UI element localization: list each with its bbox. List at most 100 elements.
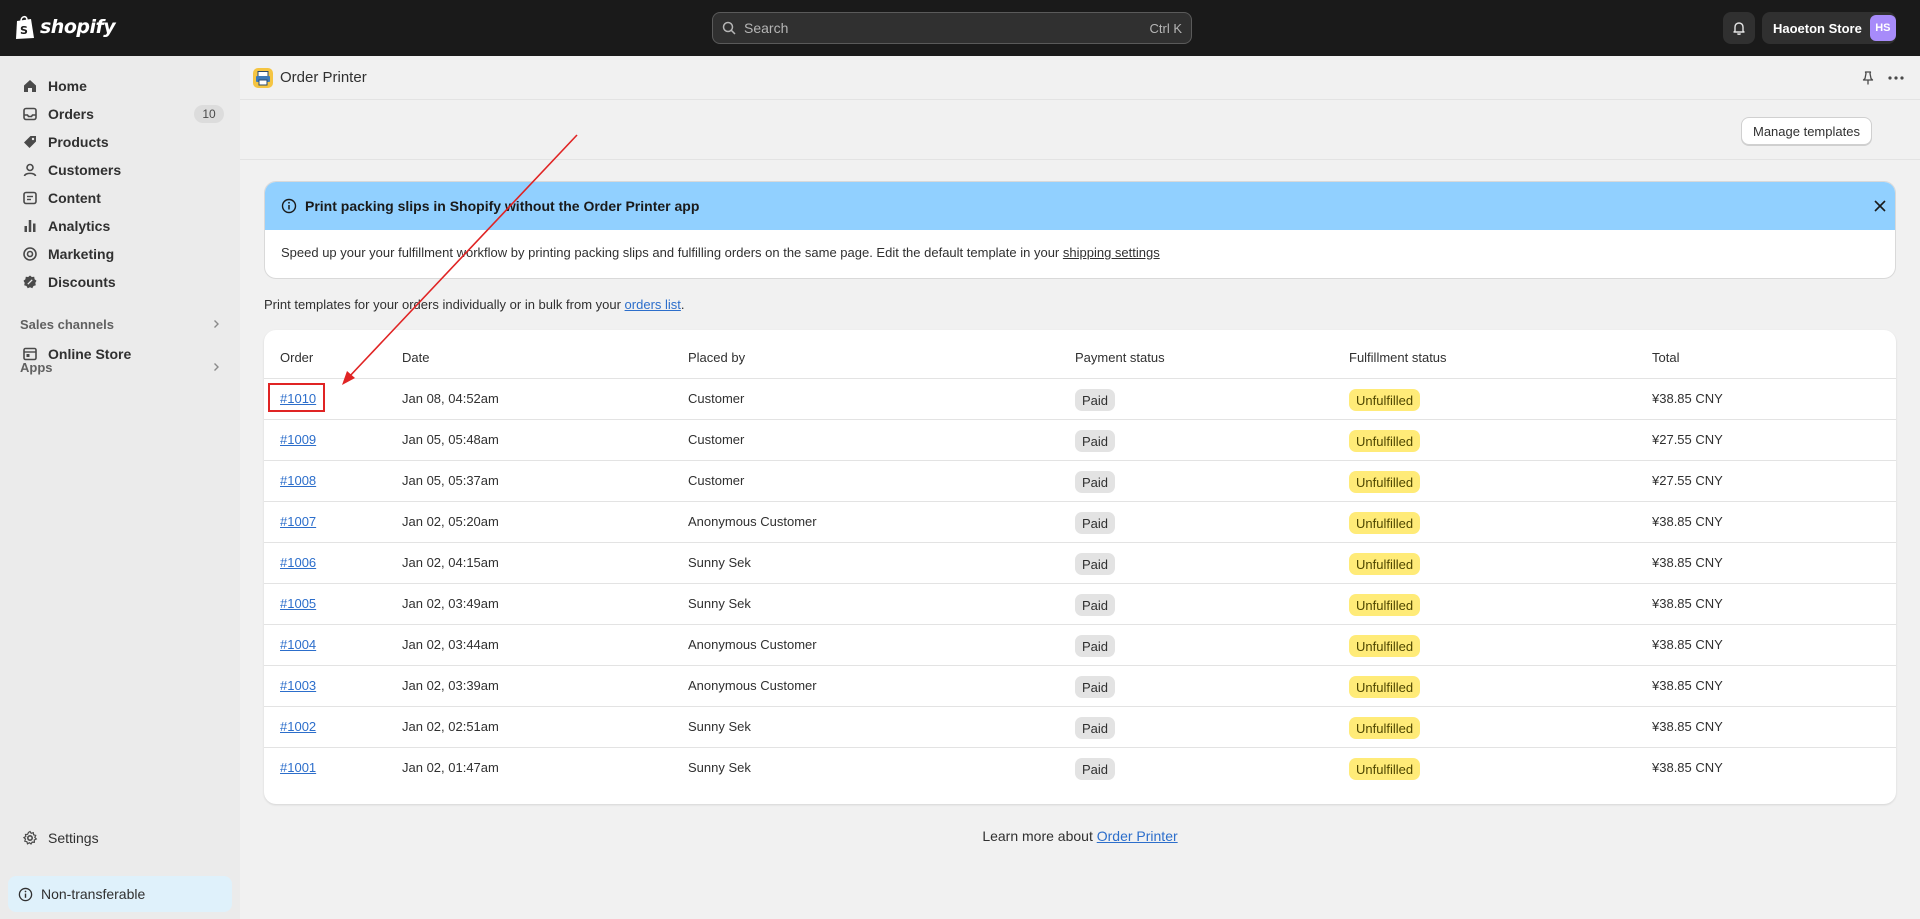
order-total: ¥38.85 CNY	[1652, 555, 1723, 570]
column-header-total: Total	[1652, 350, 1680, 365]
table-row[interactable]: #1001 Jan 02, 01:47am Sunny Sek Paid Unfulfi…	[264, 747, 1896, 788]
order-date: Jan 02, 01:47am	[402, 760, 499, 775]
shipping-settings-link[interactable]: shipping settings	[1063, 245, 1160, 260]
column-header-order: Order	[280, 350, 314, 365]
non-transferable-banner[interactable]: Non-transferable	[8, 876, 232, 912]
target-icon	[23, 247, 37, 261]
apps-header[interactable]: Apps	[20, 357, 222, 377]
sidebar-item-label: Products	[48, 134, 109, 150]
banner-title: Print packing slips in Shopify without t…	[305, 198, 700, 214]
table-row[interactable]: #1002 Jan 02, 02:51am Sunny Sek Paid Unfulfi…	[264, 706, 1896, 747]
order-number-link[interactable]: #1009	[280, 432, 316, 447]
payment-status-badge: Paid	[1075, 553, 1116, 575]
order-number-link[interactable]: #1010	[280, 391, 316, 406]
order-date: Jan 02, 03:39am	[402, 678, 499, 693]
sidebar-item-marketing[interactable]: Marketing	[10, 240, 232, 268]
shopify-logo[interactable]: S shopify	[14, 14, 116, 40]
sidebar-item-settings[interactable]: Settings	[10, 824, 232, 852]
fulfillment-status-badge: Unfulfilled	[1349, 553, 1421, 575]
manage-templates-button[interactable]: Manage templates	[1741, 117, 1872, 145]
order-number-link[interactable]: #1006	[280, 555, 316, 570]
payment-status-badge: Paid	[1075, 717, 1116, 739]
placed-by: Sunny Sek	[688, 719, 751, 734]
placed-by: Sunny Sek	[688, 555, 751, 570]
table-row[interactable]: #1003 Jan 02, 03:39am Anonymous Customer Pa…	[264, 665, 1896, 706]
sidebar-item-label: Customers	[48, 162, 122, 178]
placed-by: Customer	[688, 391, 745, 406]
apps-label: Apps	[20, 359, 53, 375]
top-bar: S shopify Ctrl K Haoeton Store HS	[0, 0, 1920, 56]
sidebar-item-customers[interactable]: Customers	[10, 156, 232, 184]
main-content: Manage templates Print packing slips in …	[240, 100, 1920, 919]
store-name: Haoeton Store	[1773, 20, 1862, 36]
bell-icon	[1733, 22, 1745, 35]
sidebar-item-label: Home	[48, 78, 87, 94]
table-row[interactable]: #1010 Jan 08, 04:52am Customer Paid Unfulfil…	[264, 378, 1896, 419]
table-row[interactable]: #1004 Jan 02, 03:44am Anonymous Customer Pa…	[264, 624, 1896, 665]
order-number-link[interactable]: #1003	[280, 678, 316, 693]
sidebar-item-products[interactable]: Products	[10, 128, 232, 156]
info-banner: Print packing slips in Shopify without t…	[264, 181, 1896, 279]
order-date: Jan 05, 05:37am	[402, 473, 499, 488]
page-body: Print packing slips in Shopify without t…	[240, 161, 1920, 919]
more-actions-icon[interactable]	[1887, 70, 1905, 86]
order-date: Jan 02, 03:44am	[402, 637, 499, 652]
order-total: ¥27.55 CNY	[1652, 432, 1723, 447]
sidebar-item-analytics[interactable]: Analytics	[10, 212, 232, 240]
search-input[interactable]	[744, 20, 1150, 36]
order-date: Jan 02, 03:49am	[402, 596, 499, 611]
fulfillment-status-badge: Unfulfilled	[1349, 676, 1421, 698]
sales-channels-header[interactable]: Sales channels	[20, 314, 222, 334]
notifications-button[interactable]	[1723, 12, 1755, 44]
payment-status-badge: Paid	[1075, 758, 1116, 780]
sidebar-item-content[interactable]: Content	[10, 184, 232, 212]
orders-icon	[23, 107, 37, 121]
order-printer-link[interactable]: Order Printer	[1097, 828, 1178, 844]
learn-more: Learn more about Order Printer	[240, 828, 1920, 844]
close-icon[interactable]	[1871, 197, 1889, 215]
order-number-link[interactable]: #1001	[280, 760, 316, 775]
store-menu-button[interactable]: Haoeton Store HS	[1762, 12, 1896, 44]
sidebar-item-label: Marketing	[48, 246, 115, 262]
placed-by: Anonymous Customer	[688, 637, 817, 652]
order-number-link[interactable]: #1008	[280, 473, 316, 488]
table-row[interactable]: #1009 Jan 05, 05:48am Customer Paid Unfulfil…	[264, 419, 1896, 460]
discount-icon	[23, 275, 37, 289]
orders-table: Order Date Placed by Payment status Fulf…	[264, 330, 1896, 804]
order-number-link[interactable]: #1005	[280, 596, 316, 611]
search-bar[interactable]: Ctrl K	[712, 12, 1192, 44]
table-header: Order Date Placed by Payment status Fulf…	[264, 330, 1896, 378]
gear-icon	[22, 830, 38, 845]
fulfillment-status-badge: Unfulfilled	[1349, 389, 1421, 411]
placed-by: Customer	[688, 432, 745, 447]
fulfillment-status-badge: Unfulfilled	[1349, 430, 1421, 452]
sidebar-item-home[interactable]: Home	[10, 72, 232, 100]
orders-count-badge: 10	[194, 105, 224, 123]
order-number-link[interactable]: #1004	[280, 637, 316, 652]
column-header-fulfillment-status: Fulfillment status	[1349, 350, 1447, 365]
fulfillment-status-badge: Unfulfilled	[1349, 471, 1421, 493]
order-number-link[interactable]: #1007	[280, 514, 316, 529]
intro-text: Print templates for your orders individu…	[264, 297, 685, 312]
table-row[interactable]: #1006 Jan 02, 04:15am Sunny Sek Paid Unfulfi…	[264, 542, 1896, 583]
sidebar-item-discounts[interactable]: Discounts	[10, 268, 232, 296]
order-date: Jan 02, 04:15am	[402, 555, 499, 570]
order-total: ¥38.85 CNY	[1652, 678, 1723, 693]
chevron-right-icon	[214, 363, 219, 371]
order-date: Jan 02, 02:51am	[402, 719, 499, 734]
order-number-link[interactable]: #1002	[280, 719, 316, 734]
payment-status-badge: Paid	[1075, 676, 1116, 698]
sales-channels-label: Sales channels	[20, 316, 114, 332]
fulfillment-status-badge: Unfulfilled	[1349, 635, 1421, 657]
page-title: Order Printer	[280, 69, 367, 86]
payment-status-badge: Paid	[1075, 389, 1116, 411]
pin-icon[interactable]	[1860, 70, 1876, 86]
sidebar-item-label: Orders	[48, 106, 94, 122]
table-row[interactable]: #1008 Jan 05, 05:37am Customer Paid Unfulfil…	[264, 460, 1896, 501]
sidebar-item-orders[interactable]: Orders 10	[10, 100, 232, 128]
payment-status-badge: Paid	[1075, 512, 1116, 534]
orders-list-link[interactable]: orders list	[625, 297, 681, 312]
table-row[interactable]: #1005 Jan 02, 03:49am Sunny Sek Paid Unfulfi…	[264, 583, 1896, 624]
column-header-placed-by: Placed by	[688, 350, 746, 365]
table-row[interactable]: #1007 Jan 02, 05:20am Anonymous Customer Pa…	[264, 501, 1896, 542]
